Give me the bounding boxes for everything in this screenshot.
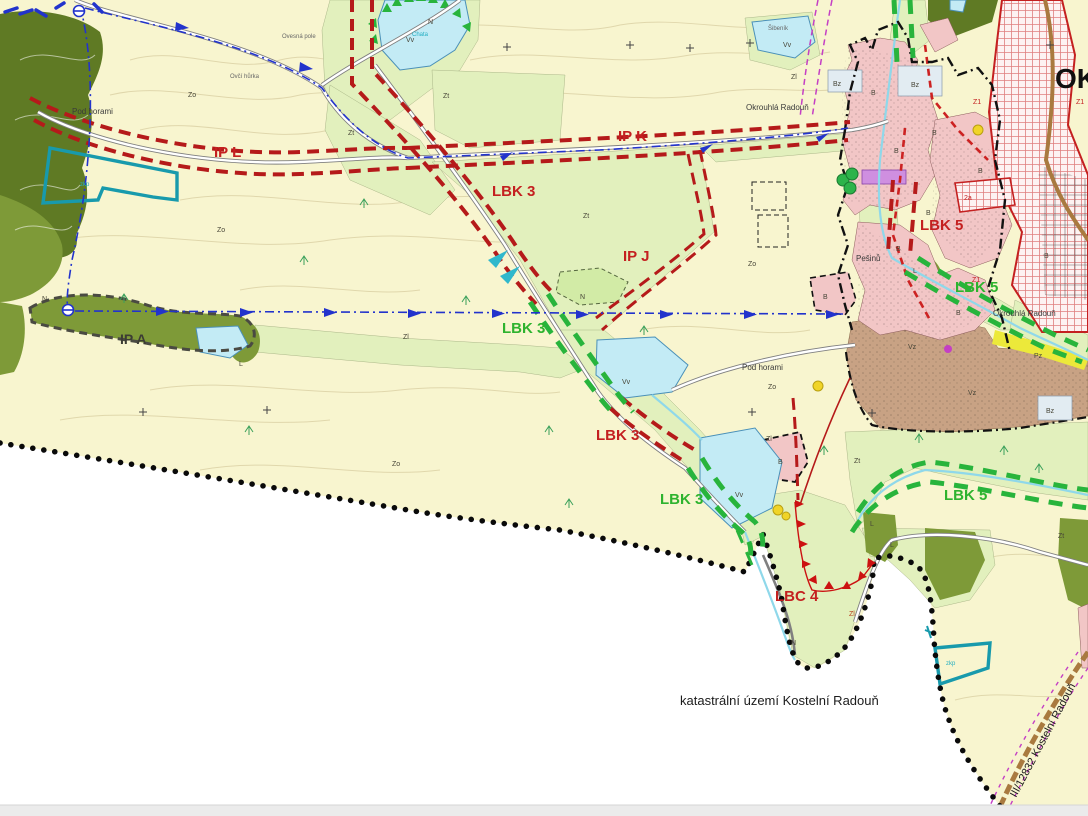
map-label-45: Vv (783, 42, 792, 49)
map-label-35: Zl (403, 334, 409, 341)
map-label-70: zkp (80, 182, 90, 188)
map-label-61: Bz (833, 81, 842, 88)
map-label-41: L (913, 268, 917, 275)
map-label-17: Okrouhlá Radouň (746, 103, 809, 112)
map-label-57: B (823, 294, 828, 301)
map-label-58: B (956, 310, 961, 317)
town-pesinu (810, 272, 856, 315)
map-label-49: Vz (968, 390, 977, 397)
map-label-1: IP K (618, 128, 647, 145)
map-label-64: Z1 (973, 99, 981, 106)
map-label-68: Zl (849, 611, 855, 618)
map-label-23: Zo (188, 92, 196, 99)
map-label-59: B (1044, 253, 1049, 260)
map-label-40: L (239, 361, 243, 368)
map-label-67: 2a (964, 195, 972, 202)
map-label-10: LBK 5 (944, 487, 987, 504)
map-label-46: Vv (622, 379, 631, 386)
map-label-33: Zl (791, 74, 797, 81)
map-label-27: Zo (768, 384, 776, 391)
map-label-34: Zl (766, 436, 772, 443)
map-label-31: Zt (854, 458, 860, 465)
map-label-32: Zt (1058, 533, 1064, 540)
map-label-19: Pešinů (856, 254, 880, 263)
map-label-43: L (890, 542, 894, 549)
map-label-26: Zo (748, 261, 756, 268)
map-label-22: Šibeník (768, 25, 789, 32)
map-label-69: Chata (412, 32, 429, 38)
magenta-node (944, 345, 952, 353)
map-label-16: Pod horami (742, 363, 783, 372)
map-label-66: Z1 (972, 277, 980, 284)
green-town-west (894, 0, 897, 62)
map-label-30: Zt (583, 213, 589, 220)
map-label-4: LBK 3 (502, 320, 545, 337)
map-label-48: Vz (908, 344, 917, 351)
map-label-15: Pod horami (72, 107, 113, 116)
map-label-18: Okrouhlá Radouň (993, 309, 1056, 318)
map-label-6: LBK 3 (660, 491, 703, 508)
map-label-65: Z1 (1076, 99, 1084, 106)
field-north-of-road (432, 70, 565, 148)
map-label-37: N (580, 294, 585, 301)
map-label-7: LBC 4 (775, 588, 819, 605)
map-label-2: LBK 3 (492, 183, 535, 200)
map-label-12: OK (1055, 63, 1088, 94)
map-label-13: katastrální území Kostelní Radouň (680, 693, 879, 708)
map-label-5: LBK 3 (596, 427, 639, 444)
town-bz-south (1038, 396, 1072, 420)
map-label-21: Ovčí hůrka (230, 73, 260, 80)
map-label-62: Bz (911, 82, 920, 89)
map-label-51: B (871, 90, 876, 97)
map-label-36: N (42, 296, 47, 303)
map-label-39: N (428, 19, 433, 26)
map-label-11: IP A (120, 331, 146, 347)
map-label-29: Zt (443, 93, 449, 100)
map-label-56: B (896, 246, 901, 253)
map-label-50: Pz (1034, 353, 1043, 360)
map-label-71: zkp (946, 661, 956, 667)
map-label-0: IP L (214, 144, 241, 161)
map-label-54: B (978, 168, 983, 175)
town-bz-mid (898, 66, 942, 96)
map-viewport: IP L IP K LBK 3 IP J LBK 3 LBK 3 LBK 3 LBC 4 LBK… (0, 0, 1088, 816)
map-label-55: B (926, 210, 931, 217)
map-label-52: B (894, 148, 899, 155)
map-label-25: Zo (392, 461, 400, 468)
map-label-47: Vv (735, 492, 744, 499)
green-town-east (910, 0, 913, 58)
map-label-3: IP J (623, 248, 649, 265)
map-label-24: Zo (217, 227, 225, 234)
map-label-63: Bz (1046, 408, 1055, 415)
window-bottom-bar (0, 805, 1088, 816)
territorial-plan-map[interactable]: IP L IP K LBK 3 IP J LBK 3 LBK 3 LBK 3 LBC 4 LBK… (0, 0, 1088, 816)
map-label-38: N (791, 640, 796, 647)
map-label-42: L (870, 521, 874, 528)
pond-corner (950, 0, 966, 12)
map-label-8: LBK 5 (920, 217, 963, 234)
map-label-44: Vv (406, 37, 415, 44)
map-label-53: B (932, 130, 937, 137)
map-label-60: B (778, 459, 783, 466)
map-label-28: Zt (348, 130, 354, 137)
map-label-20: Ovesná pole (282, 34, 316, 40)
